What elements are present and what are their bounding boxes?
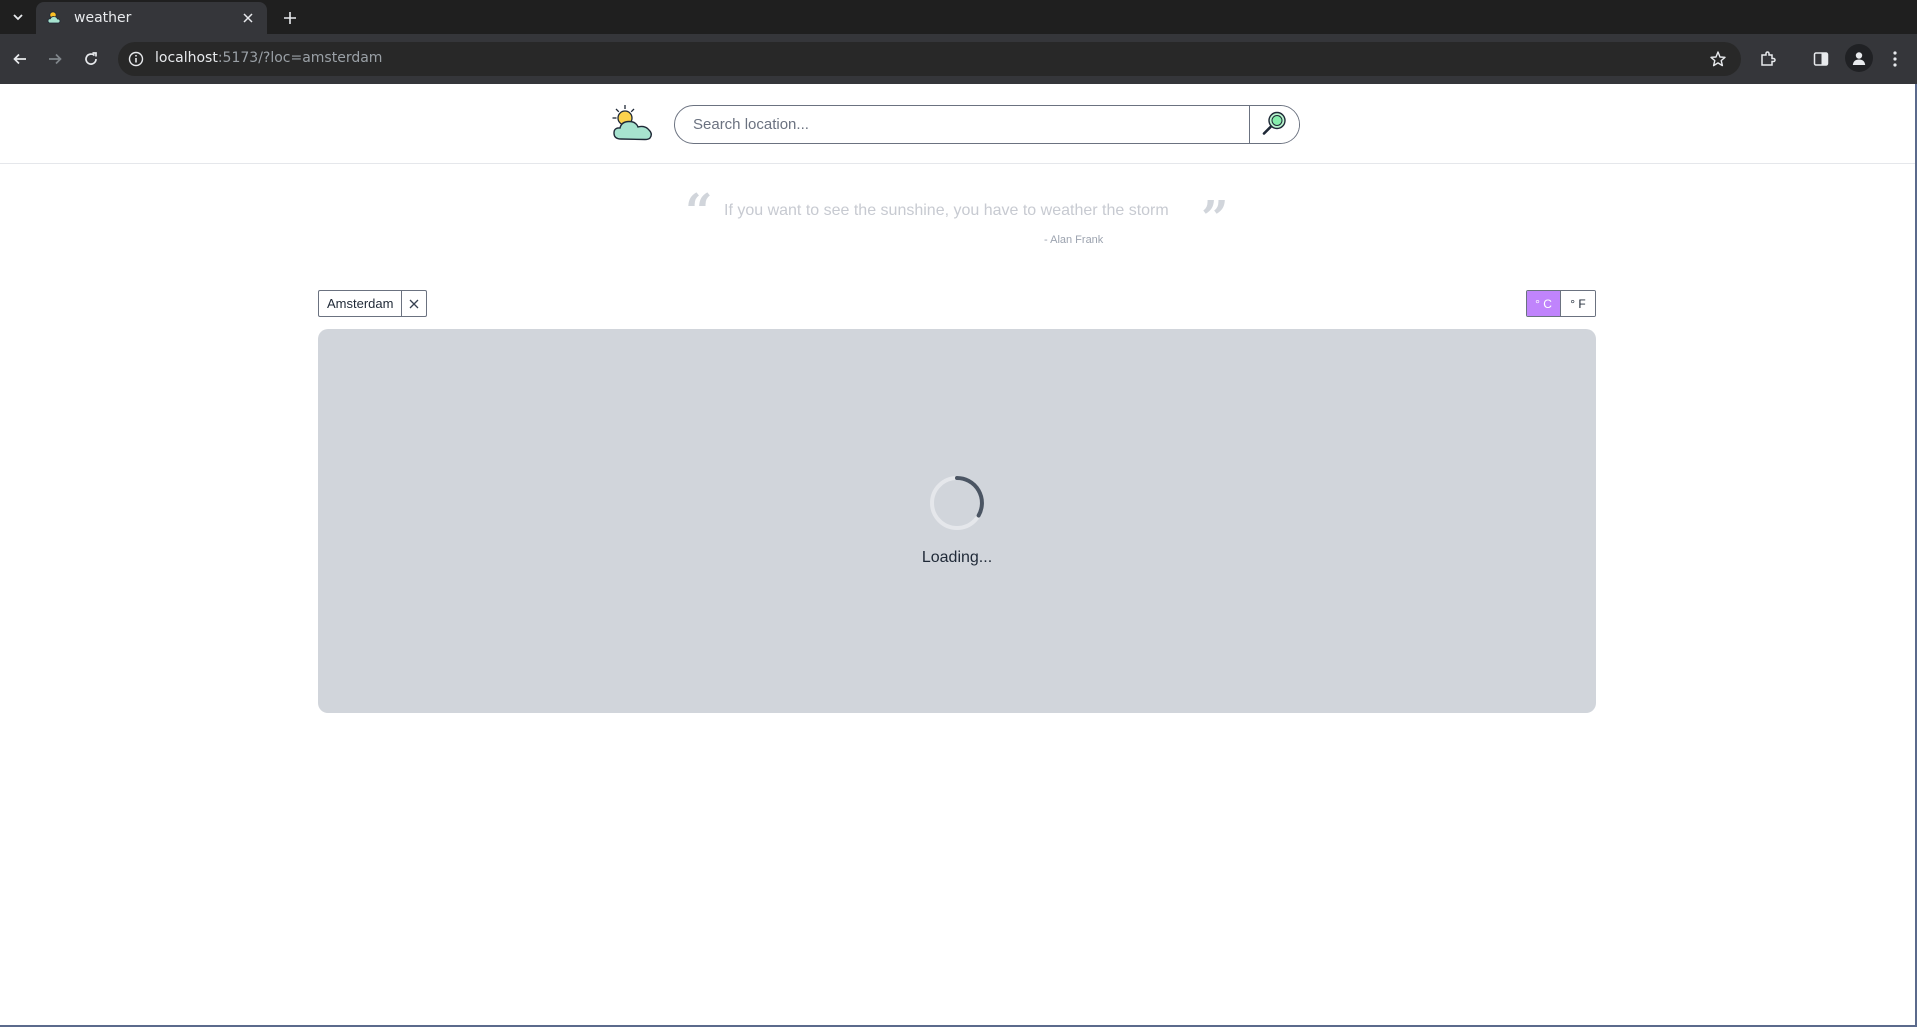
back-arrow-left-icon[interactable] bbox=[9, 48, 31, 70]
site-info-icon[interactable] bbox=[128, 51, 144, 67]
location-chip: Amsterdam bbox=[318, 290, 428, 317]
loading-text: Loading... bbox=[921, 549, 993, 566]
address-bar[interactable]: localhost:5173/?loc=amsterdam bbox=[118, 42, 1741, 76]
url-path: :5173/?loc=amsterdam bbox=[217, 50, 383, 66]
extensions-puzzle-icon[interactable] bbox=[1757, 48, 1779, 70]
unit-toggle: ° C ° F bbox=[1526, 290, 1596, 317]
kebab-menu-icon[interactable] bbox=[1884, 48, 1906, 70]
celsius-button[interactable]: ° C bbox=[1527, 291, 1561, 316]
side-panel-icon[interactable] bbox=[1810, 48, 1832, 70]
bookmark-star-icon[interactable] bbox=[1709, 50, 1727, 68]
browser-toolbar: localhost:5173/?loc=amsterdam bbox=[0, 34, 1917, 84]
new-tab-plus-icon[interactable] bbox=[279, 7, 301, 29]
reload-icon[interactable] bbox=[80, 48, 102, 70]
browser-tab[interactable]: weather bbox=[36, 2, 267, 34]
remove-location-button[interactable] bbox=[401, 291, 426, 316]
forward-arrow-right-icon[interactable] bbox=[44, 48, 66, 70]
tab-title: weather bbox=[74, 10, 132, 26]
fahrenheit-button[interactable]: ° F bbox=[1561, 291, 1595, 316]
url-host: localhost bbox=[155, 50, 218, 66]
search-button[interactable] bbox=[1249, 106, 1299, 143]
close-quote-icon: ” bbox=[1201, 191, 1229, 247]
search-input[interactable] bbox=[675, 106, 1249, 143]
logo-sun-cloud-icon[interactable] bbox=[611, 103, 655, 143]
quote-text: If you want to see the sunshine, you hav… bbox=[724, 202, 1169, 219]
close-icon bbox=[409, 294, 419, 313]
loading-spinner-icon bbox=[928, 474, 986, 532]
tab-strip: weather bbox=[0, 0, 1917, 34]
browser-window: weather localhost:5173/?loc=amsterdam Se… bbox=[0, 0, 1917, 1027]
weather-panel: Loading... bbox=[318, 329, 1596, 713]
magnifier-icon bbox=[1261, 109, 1289, 141]
url-text: localhost:5173/?loc=amsterdam bbox=[155, 50, 382, 66]
open-quote-icon: “ bbox=[685, 184, 713, 240]
quote-author: - Alan Frank bbox=[1044, 234, 1104, 246]
tab-list-chevron-down-icon[interactable] bbox=[6, 6, 30, 28]
quote-block: “ If you want to see the sunshine, you h… bbox=[0, 184, 1917, 260]
sun-cloud-icon bbox=[46, 9, 64, 27]
app-header bbox=[0, 84, 1917, 164]
location-chip-label: Amsterdam bbox=[327, 296, 394, 311]
search-bar bbox=[674, 105, 1300, 144]
tab-close-icon[interactable] bbox=[239, 9, 257, 27]
profile-person-icon[interactable] bbox=[1845, 44, 1873, 72]
